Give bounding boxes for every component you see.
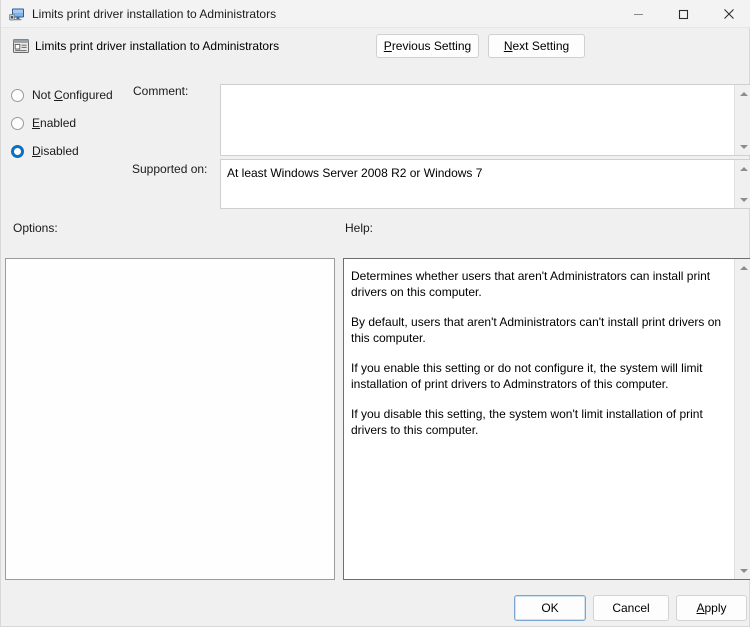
previous-setting-label: revious Setting — [391, 39, 472, 53]
help-scroll-up-arrow-icon[interactable] — [735, 259, 750, 276]
supported-on-scroll-up-arrow-icon[interactable] — [735, 160, 750, 177]
supported-on-scroll-track[interactable] — [735, 177, 750, 191]
options-label: Options: — [13, 221, 58, 235]
comment-scroll-down-arrow-icon[interactable] — [735, 138, 750, 155]
title-bar: Limits print driver installation to Admi… — [1, 0, 750, 28]
window-title: Limits print driver installation to Admi… — [32, 6, 277, 21]
help-scroll-down-arrow-icon[interactable] — [735, 562, 750, 579]
maximize-button[interactable] — [661, 0, 706, 28]
radio-disabled[interactable]: Disabled — [11, 142, 79, 160]
help-scrollbar[interactable] — [734, 259, 750, 579]
radio-not-configured[interactable]: Not Configured — [11, 86, 113, 104]
supported-on-label: Supported on: — [132, 162, 208, 176]
help-pane: Determines whether users that aren't Adm… — [343, 258, 750, 580]
caption-button-group — [616, 0, 750, 28]
close-button[interactable] — [706, 0, 750, 28]
radio-disabled-suffix: isabled — [40, 144, 79, 158]
next-setting-button[interactable]: Next Setting — [488, 34, 585, 58]
minimize-button[interactable] — [616, 0, 661, 28]
radio-disabled-label: Disabled — [32, 144, 79, 158]
previous-setting-button[interactable]: Previous Setting — [376, 34, 479, 58]
supported-on-value[interactable]: At least Windows Server 2008 R2 or Windo… — [221, 160, 734, 208]
supported-on-scrollbar[interactable] — [734, 160, 750, 208]
previous-setting-accel: P — [383, 39, 392, 53]
help-paragraph: Determines whether users that aren't Adm… — [351, 269, 711, 299]
help-paragraph: If you disable this setting, the system … — [351, 407, 703, 437]
radio-enabled-mark — [11, 116, 24, 130]
radio-not-configured-prefix: Not — [32, 88, 55, 102]
radio-enabled-accel: E — [32, 116, 41, 130]
cancel-button[interactable]: Cancel — [593, 595, 669, 621]
radio-disabled-accel: D — [32, 144, 41, 158]
help-paragraph: By default, users that aren't Administra… — [351, 315, 722, 345]
radio-not-configured-suffix: onfigured — [62, 88, 113, 102]
radio-not-configured-label: Not Configured — [32, 88, 113, 102]
radio-enabled[interactable]: Enabled — [11, 114, 76, 132]
radio-not-configured-accel: C — [54, 88, 63, 102]
group-policy-setting-dialog: Limits print driver installation to Admi… — [0, 0, 750, 627]
next-setting-label: ext Setting — [512, 39, 570, 53]
comment-scrollbar[interactable] — [734, 85, 750, 155]
policy-setting-icon — [12, 37, 30, 55]
setting-header: Limits print driver installation to Admi… — [1, 29, 750, 71]
comment-value[interactable] — [221, 85, 734, 155]
radio-enabled-suffix: nabled — [40, 116, 77, 130]
setting-title: Limits print driver installation to Admi… — [35, 39, 280, 53]
supported-on-scroll-down-arrow-icon[interactable] — [735, 191, 750, 208]
help-scroll-track[interactable] — [735, 276, 750, 562]
comment-textbox[interactable] — [220, 84, 750, 156]
options-pane[interactable] — [5, 258, 335, 580]
apply-label: pply — [704, 601, 727, 615]
ok-button[interactable]: OK — [514, 595, 586, 621]
comment-scroll-track[interactable] — [735, 102, 750, 138]
radio-not-configured-mark — [11, 88, 24, 102]
help-paragraph: If you enable this setting or do not con… — [351, 361, 703, 391]
radio-disabled-mark — [11, 144, 24, 158]
options-pane-content — [6, 259, 334, 275]
help-text: Determines whether users that aren't Adm… — [344, 259, 734, 579]
computer-monitor-icon — [9, 6, 25, 22]
apply-accel: A — [696, 601, 705, 615]
supported-on-textbox[interactable]: At least Windows Server 2008 R2 or Windo… — [220, 159, 750, 209]
comment-label: Comment: — [133, 84, 189, 98]
radio-enabled-label: Enabled — [32, 116, 76, 130]
comment-scroll-up-arrow-icon[interactable] — [735, 85, 750, 102]
apply-button[interactable]: Apply — [676, 595, 747, 621]
help-label: Help: — [345, 221, 374, 235]
next-setting-accel: N — [503, 39, 513, 53]
